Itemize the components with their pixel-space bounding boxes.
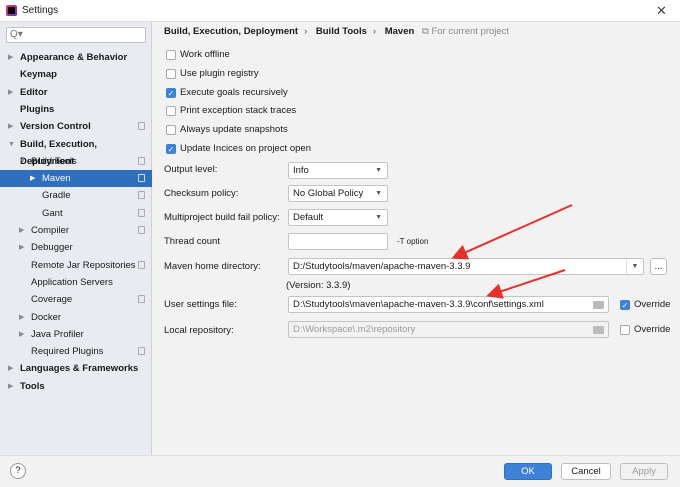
apply-button[interactable]: Apply: [620, 463, 668, 480]
ok-button[interactable]: OK: [504, 463, 552, 480]
cancel-button[interactable]: Cancel: [561, 463, 611, 480]
annotation-arrow: [486, 269, 566, 299]
annotation-arrows: [451, 204, 573, 299]
footer: ? OK Cancel Apply: [0, 455, 680, 487]
annotation-arrow: [451, 204, 573, 260]
help-button[interactable]: ?: [10, 463, 26, 479]
